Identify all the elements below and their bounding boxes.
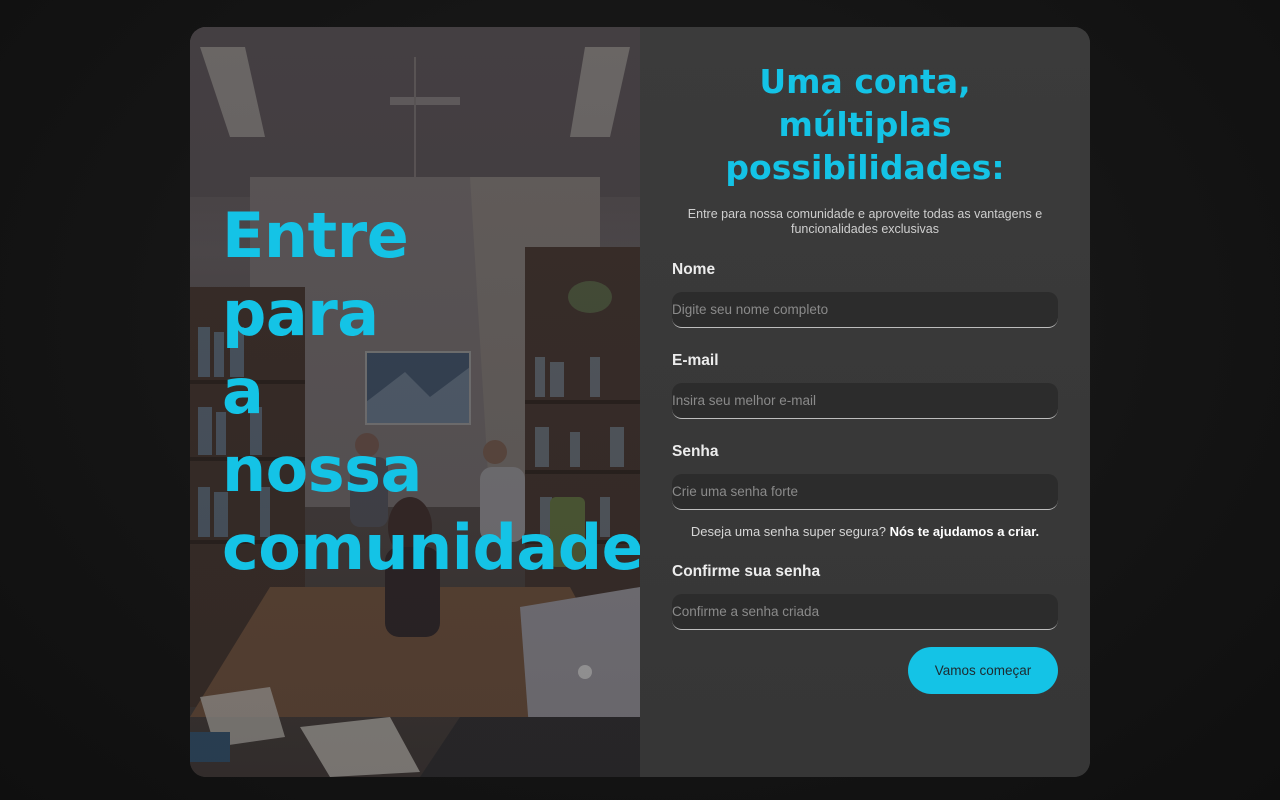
password-label: Senha xyxy=(672,443,719,460)
password-input[interactable] xyxy=(672,474,1058,510)
hero-title-line: nossa xyxy=(222,433,422,506)
submit-button[interactable]: Vamos começar xyxy=(908,647,1058,694)
actions-row: Vamos começar xyxy=(672,647,1058,694)
hero-panel: Entre para a nossa comunidade xyxy=(190,27,640,777)
name-label: Nome xyxy=(672,261,716,278)
form-heading: Uma conta, múltiplas possibilidades: xyxy=(725,62,1005,187)
hero-title-line: Entre xyxy=(222,199,409,272)
confirm-password-label: Confirme sua senha xyxy=(672,563,821,580)
generate-password-link[interactable]: Nós te ajudamos a criar. xyxy=(890,524,1040,539)
confirm-password-input[interactable] xyxy=(672,594,1058,630)
password-hint: Deseja uma senha super segura? Nós te aj… xyxy=(672,524,1058,539)
signup-form: Uma conta, múltiplas possibilidades: Ent… xyxy=(640,27,1090,777)
password-hint-text: Deseja uma senha super segura? xyxy=(690,524,886,539)
form-subtitle: Entre para nossa comunidade e aproveite … xyxy=(687,207,1043,236)
hero-title: Entre para a nossa comunidade xyxy=(222,197,640,587)
name-input[interactable] xyxy=(672,292,1058,328)
email-label: E-mail xyxy=(672,352,719,369)
signup-card: Entre para a nossa comunidade Uma conta,… xyxy=(190,27,1090,777)
hero-title-line: a xyxy=(222,355,264,428)
email-input[interactable] xyxy=(672,383,1058,419)
hero-title-line: comunidade xyxy=(222,511,640,584)
hero-title-line: para xyxy=(222,277,379,350)
